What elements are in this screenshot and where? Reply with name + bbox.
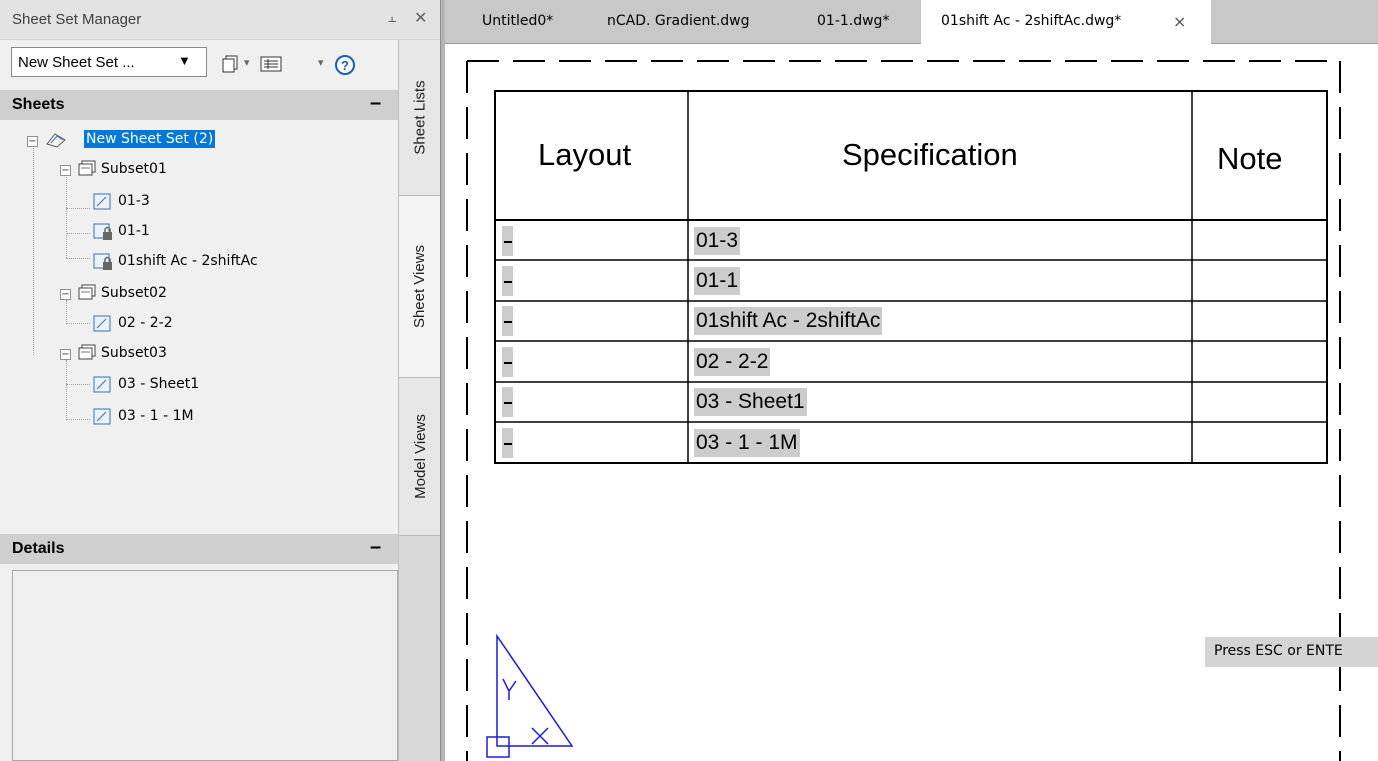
tree-sheet-item[interactable]: 01-3 — [0, 190, 300, 214]
tree-subset-item[interactable]: − Subset03 — [0, 342, 300, 366]
pin-icon[interactable]: ⫠ — [388, 9, 396, 26]
layout-field-dash — [502, 266, 513, 296]
subset-icon — [77, 160, 97, 178]
panel-title-bar: Sheet Set Manager ⫠ ✕ — [0, 0, 440, 40]
doc-tab[interactable]: 01-1.dwg* — [817, 0, 889, 44]
sheet-icon — [92, 376, 112, 394]
layout-field-dash — [502, 226, 513, 256]
view-list-icon[interactable] — [260, 54, 282, 79]
tree-sheet-label: 01-3 — [118, 193, 150, 209]
table-cell-spec: 01-3 — [694, 227, 741, 255]
vertical-tab-strip: Sheet Lists Sheet Views Model Views — [398, 40, 441, 761]
collapse-toggle-icon[interactable]: − — [60, 165, 71, 176]
layout-field-dash — [502, 347, 513, 377]
collapse-icon[interactable]: – — [370, 536, 381, 559]
svg-text:?: ? — [341, 58, 349, 73]
chevron-down-icon[interactable]: ▾ — [244, 56, 250, 69]
doc-tab[interactable]: Untitled0* — [482, 0, 553, 44]
tree-subset-label: Subset01 — [101, 161, 167, 177]
tree-sheet-item[interactable]: 03 - Sheet1 — [0, 373, 300, 397]
sheet-set-combo-value: New Sheet Set ... — [18, 54, 135, 71]
tab-label: Sheet Views — [411, 244, 429, 329]
help-icon[interactable]: ? — [334, 54, 356, 81]
tab-model-views[interactable]: Model Views — [399, 378, 441, 536]
tab-sheet-views[interactable]: Sheet Views — [399, 196, 441, 378]
tab-label: Model Views — [411, 414, 429, 499]
doc-tab[interactable]: nCAD. Gradient.dwg — [607, 0, 750, 44]
tree-sheet-item[interactable]: 01shift Ac - 2shiftAc — [0, 250, 300, 274]
sheet-set-manager-panel: Sheet Set Manager ⫠ ✕ New Sheet Set ... … — [0, 0, 441, 761]
panel-title: Sheet Set Manager — [12, 11, 142, 28]
details-section-header[interactable]: Details – — [0, 534, 398, 564]
table-cell-spec: 01shift Ac - 2shiftAc — [694, 307, 883, 335]
tooltip-text: Press ESC or ENTE — [1214, 643, 1343, 659]
details-header-title: Details — [12, 540, 65, 557]
panel-toolbar: New Sheet Set ... ▼ ▾ ▾ ? — [0, 40, 398, 92]
dropdown-arrow-icon[interactable]: ▼ — [178, 53, 191, 68]
sheet-icon — [92, 193, 112, 211]
layout-field-dash — [502, 306, 513, 336]
tree-sheet-label: 03 - Sheet1 — [118, 376, 200, 392]
subset-icon — [77, 344, 97, 362]
table-header-cell: Layout — [538, 137, 632, 172]
details-pane — [12, 570, 398, 761]
document-tab-bar: Untitled0* nCAD. Gradient.dwg 01-1.dwg* … — [445, 0, 1378, 44]
sheets-section-header[interactable]: Sheets – — [0, 90, 398, 120]
chevron-down-icon[interactable]: ▾ — [318, 56, 324, 69]
tree-subset-item[interactable]: − Subset02 — [0, 282, 300, 306]
tree-subset-label: Subset03 — [101, 345, 167, 361]
tree-root-label: New Sheet Set (2) — [84, 130, 216, 148]
tree-sheet-item[interactable]: 03 - 1 - 1M — [0, 405, 300, 429]
sheet-icon — [92, 315, 112, 333]
locked-sheet-icon — [92, 223, 112, 241]
tab-label: Sheet Lists — [411, 80, 429, 155]
doc-tab-active[interactable]: 01shift Ac - 2shiftAc.dwg* × — [921, 0, 1211, 44]
collapse-toggle-icon[interactable]: − — [27, 136, 38, 147]
table-cell-spec: 01-1 — [694, 267, 741, 295]
copy-sheet-icon[interactable] — [220, 54, 240, 79]
doc-tab-label: 01shift Ac - 2shiftAc.dwg* — [941, 13, 1122, 29]
sheet-tree: − New Sheet Set (2) − Subset01 01-3 01-1 — [0, 120, 398, 534]
close-icon[interactable]: ✕ — [414, 8, 427, 28]
table-cell-spec: 03 - Sheet1 — [694, 388, 807, 416]
doc-tab-label: Untitled0* — [482, 13, 554, 29]
table-header-cell: Specification — [842, 137, 1018, 172]
sheet-set-combo[interactable]: New Sheet Set ... ▼ — [11, 47, 207, 77]
tree-sheet-label: 02 - 2-2 — [118, 315, 173, 331]
tree-root-item[interactable]: − New Sheet Set (2) — [0, 128, 300, 152]
command-prompt-tooltip: Press ESC or ENTE — [1205, 637, 1378, 667]
tree-sheet-label: 01shift Ac - 2shiftAc — [118, 253, 258, 269]
close-tab-icon[interactable]: × — [1173, 12, 1186, 31]
collapse-icon[interactable]: – — [370, 92, 381, 115]
tree-sheet-label: 03 - 1 - 1M — [118, 408, 194, 424]
layout-field-dash — [502, 387, 513, 417]
subset-icon — [77, 284, 97, 302]
tree-sheet-item[interactable]: 02 - 2-2 — [0, 312, 300, 336]
collapse-toggle-icon[interactable]: − — [60, 289, 71, 300]
tab-sheet-lists[interactable]: Sheet Lists — [399, 40, 441, 196]
tree-sheet-item[interactable]: 01-1 — [0, 220, 300, 244]
collapse-toggle-icon[interactable]: − — [60, 349, 71, 360]
doc-tab-label: nCAD. Gradient.dwg — [607, 13, 750, 29]
sheet-set-icon — [45, 130, 66, 148]
tree-subset-label: Subset02 — [101, 285, 167, 301]
sheet-icon — [92, 408, 112, 426]
tree-sheet-label: 01-1 — [118, 223, 150, 239]
doc-tab-label: 01-1.dwg* — [817, 13, 890, 29]
layout-field-dash — [502, 428, 513, 458]
table-cell-spec: 02 - 2-2 — [694, 348, 771, 376]
table-header-cell: Note — [1217, 141, 1283, 176]
sheets-header-title: Sheets — [12, 96, 65, 113]
locked-sheet-icon — [92, 253, 112, 271]
tree-subset-item[interactable]: − Subset01 — [0, 158, 300, 182]
table-cell-spec: 03 - 1 - 1M — [694, 429, 800, 457]
